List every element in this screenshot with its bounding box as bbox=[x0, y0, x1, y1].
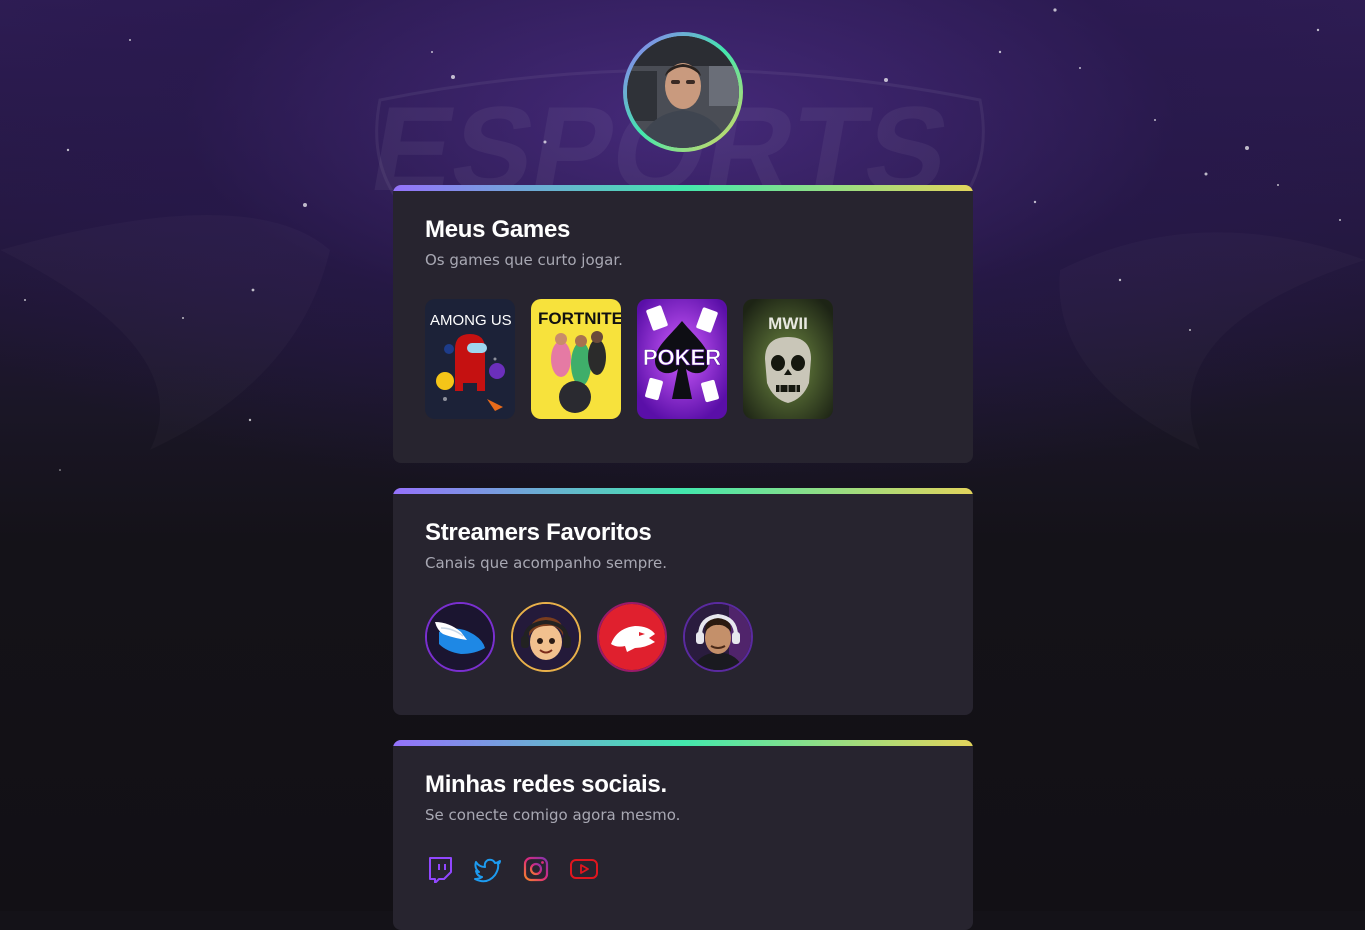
streamer-cartoon[interactable] bbox=[511, 602, 581, 672]
twitch-icon bbox=[429, 857, 452, 883]
youtube-link[interactable] bbox=[569, 854, 599, 884]
game-cod-mw2[interactable]: MWII bbox=[743, 299, 833, 419]
profile-avatar[interactable] bbox=[623, 32, 743, 152]
instagram-icon bbox=[523, 856, 549, 882]
streamers-title: Streamers Favoritos bbox=[425, 519, 652, 546]
social-subtitle: Se conecte comigo agora mesmo. bbox=[425, 806, 681, 824]
game-poker[interactable]: POKER bbox=[637, 299, 727, 419]
streamer-winged[interactable] bbox=[425, 602, 495, 672]
twitter-icon bbox=[474, 858, 501, 883]
instagram-link[interactable] bbox=[521, 854, 551, 884]
streamers-card: Streamers Favoritos Canais que acompanho… bbox=[393, 488, 973, 715]
games-subtitle: Os games que curto jogar. bbox=[425, 251, 623, 269]
game-fortnite[interactable]: FORTNITE bbox=[531, 299, 621, 419]
games-title: Meus Games bbox=[425, 216, 571, 243]
streamer-panther[interactable] bbox=[597, 602, 667, 672]
panther-logo-icon bbox=[599, 604, 665, 670]
social-card: Minhas redes sociais. Se conecte comigo … bbox=[393, 740, 973, 930]
twitch-link[interactable] bbox=[425, 854, 455, 884]
youtube-icon bbox=[570, 859, 598, 879]
game-title-poker: POKER bbox=[643, 345, 721, 370]
social-links bbox=[425, 854, 941, 884]
streamer-photo-icon bbox=[685, 604, 751, 670]
profile-photo bbox=[627, 36, 739, 148]
streamers-subtitle: Canais que acompanho sempre. bbox=[425, 554, 668, 572]
winged-logo-icon bbox=[427, 604, 493, 670]
streamer-photo[interactable] bbox=[683, 602, 753, 672]
game-title-among-us: AMONG US bbox=[430, 312, 512, 329]
game-title-fortnite: FORTNITE bbox=[538, 309, 621, 328]
cartoon-avatar-icon bbox=[513, 604, 579, 670]
twitter-link[interactable] bbox=[473, 854, 503, 884]
game-title-mwii: MWII bbox=[768, 314, 808, 333]
game-among-us[interactable]: AMONG US bbox=[425, 299, 515, 419]
games-card: Meus Games Os games que curto jogar. AMO… bbox=[393, 185, 973, 463]
social-title: Minhas redes sociais. bbox=[425, 771, 667, 798]
streamers-list bbox=[425, 602, 941, 672]
games-list: AMONG US FORTNITE POKER MWII bbox=[425, 299, 941, 419]
